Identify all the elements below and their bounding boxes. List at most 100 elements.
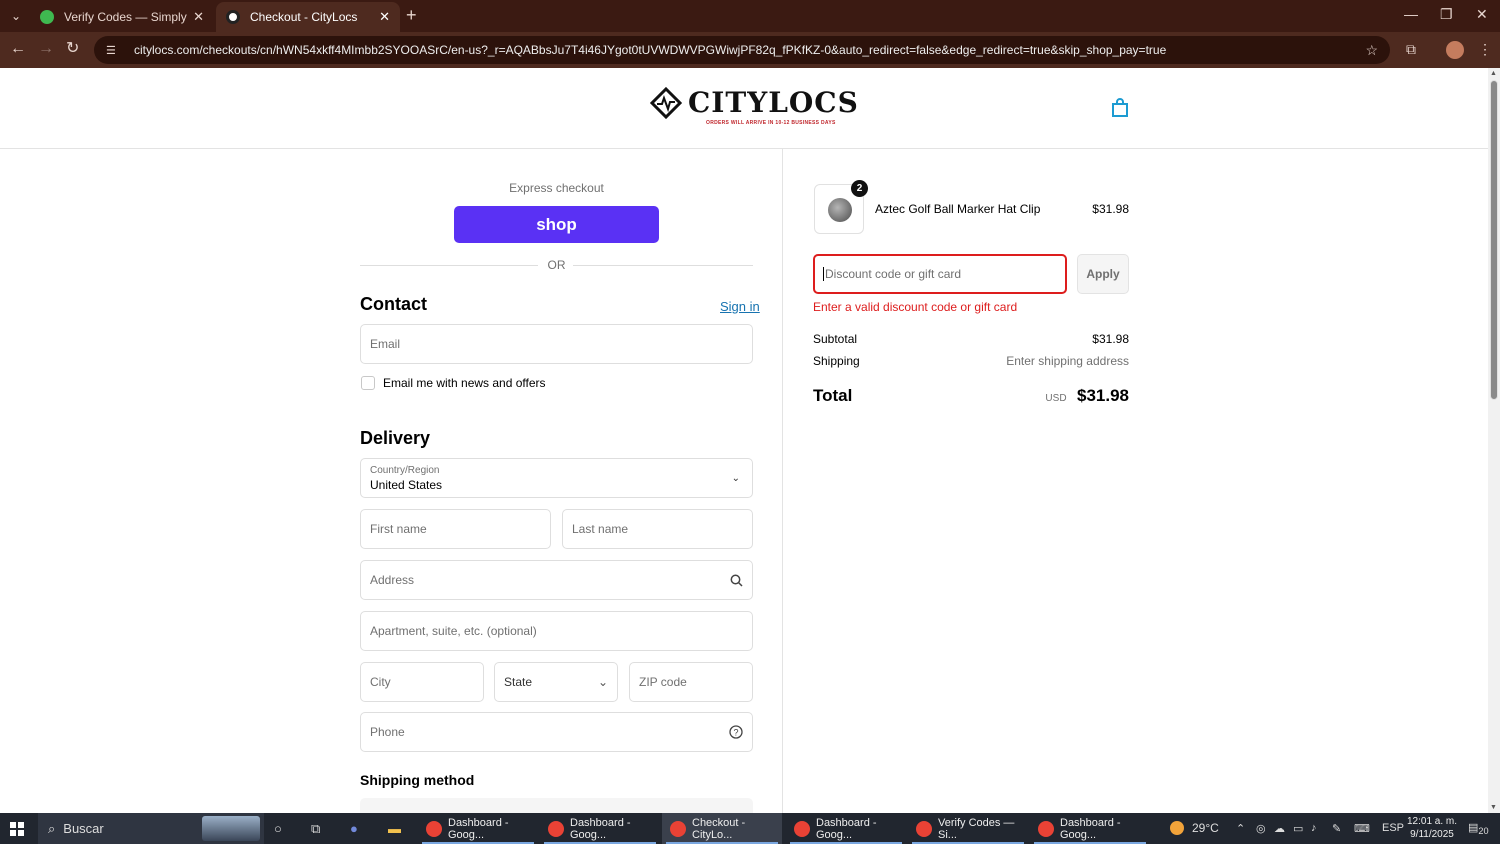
keyboard-icon[interactable]: ⌨: [1354, 822, 1370, 835]
taskbar-app-chrome[interactable]: Verify Codes — Si...: [908, 813, 1028, 844]
taskbar-search[interactable]: ⌕ Buscar: [38, 813, 264, 844]
news-offers-checkbox[interactable]: [361, 376, 375, 390]
citylocs-logo[interactable]: CITYLOCS: [650, 86, 859, 119]
express-checkout-label: Express checkout: [509, 181, 604, 195]
network-icon[interactable]: ▭: [1293, 822, 1303, 835]
address-field[interactable]: Address: [360, 560, 753, 600]
reload-icon[interactable]: ↻: [66, 40, 79, 58]
taskbar-app-chrome[interactable]: Dashboard - Goog...: [1030, 813, 1150, 844]
logo-mark-icon: [650, 86, 682, 119]
email-placeholder: Email: [370, 337, 401, 351]
city-placeholder: City: [370, 675, 391, 689]
chrome-icon: [548, 820, 564, 837]
scroll-down-arrow-icon[interactable]: ▼: [1490, 804, 1497, 811]
onedrive-cloud-icon[interactable]: ☁: [1274, 822, 1285, 835]
notification-center[interactable]: ▤20: [1468, 821, 1489, 836]
taskbar-app-label: Dashboard - Goog...: [448, 816, 509, 841]
discount-code-input[interactable]: Discount code or gift card: [813, 254, 1067, 294]
more-menu-icon[interactable]: ⋮: [1478, 41, 1492, 58]
store-header: CITYLOCS ORDERS WILL ARRIVE IN 10-12 BUS…: [0, 68, 1488, 149]
taskbar-app-chrome-active[interactable]: Checkout - CityLo...: [662, 813, 782, 844]
news-offers-option[interactable]: Email me with news and offers: [361, 376, 546, 390]
cortana-icon[interactable]: ○: [274, 821, 282, 836]
pen-icon[interactable]: ✎: [1332, 822, 1341, 835]
address-bar[interactable]: ☰ citylocs.com/checkouts/cn/hWN54xkff4MI…: [94, 36, 1390, 64]
new-tab-plus-icon[interactable]: +: [406, 6, 417, 24]
restore-icon[interactable]: ❐: [1440, 6, 1453, 23]
page-scrollbar[interactable]: ▲ ▼: [1488, 68, 1500, 813]
first-name-placeholder: First name: [370, 522, 427, 536]
chevron-down-icon: ⌄: [597, 675, 608, 689]
product-price: $31.98: [1092, 202, 1129, 216]
tray-chevron-up-icon[interactable]: ⌃: [1236, 822, 1245, 835]
help-circle-icon[interactable]: ?: [729, 725, 743, 739]
state-select[interactable]: State ⌄: [494, 662, 618, 702]
weather-sun-icon: [1170, 821, 1184, 835]
subtotal-value: $31.98: [1092, 332, 1129, 346]
tab-close-icon[interactable]: ✕: [193, 9, 204, 25]
last-name-placeholder: Last name: [572, 522, 629, 536]
apartment-field[interactable]: Apartment, suite, etc. (optional): [360, 611, 753, 651]
tab-simplycodes[interactable]: Verify Codes — SimplyCodes ✕: [30, 2, 214, 32]
search-icon: [730, 574, 743, 587]
weather-temp: 29°C: [1192, 821, 1219, 835]
shipping-method-heading: Shipping method: [360, 772, 475, 788]
site-info-icon[interactable]: ☰: [106, 44, 120, 57]
language-indicator[interactable]: ESP: [1382, 822, 1404, 834]
search-highlight-image: [202, 816, 260, 841]
apartment-placeholder: Apartment, suite, etc. (optional): [370, 624, 537, 638]
first-name-field[interactable]: First name: [360, 509, 551, 549]
clock-time: 12:01 a. m.: [1406, 816, 1458, 827]
total-currency: USD: [1045, 393, 1067, 404]
tab-search-chevron-icon[interactable]: ⌄: [6, 6, 26, 26]
extensions-icon[interactable]: ⧉: [1406, 41, 1416, 58]
weather-widget[interactable]: 29°C: [1170, 821, 1219, 835]
tab-checkout-citylocs[interactable]: Checkout - CityLocs ✕: [216, 2, 400, 32]
task-view-icon[interactable]: ⧉: [311, 821, 320, 837]
url-text[interactable]: citylocs.com/checkouts/cn/hWN54xkff4MImb…: [134, 43, 1365, 57]
country-value: United States: [370, 477, 443, 492]
windows-taskbar: ⌕ Buscar ○ ⧉ ● ▬ Dashboard - Goog... Das…: [0, 813, 1500, 844]
profile-avatar[interactable]: [1446, 41, 1464, 59]
zip-placeholder: ZIP code: [639, 675, 687, 689]
bookmark-star-icon[interactable]: ☆: [1365, 42, 1378, 59]
total-value: $31.98: [1077, 386, 1129, 405]
total-label: Total: [813, 386, 853, 405]
search-icon: ⌕: [48, 820, 56, 836]
state-placeholder: State: [504, 675, 533, 689]
golf-ball-marker-image: [828, 198, 852, 222]
last-name-field[interactable]: Last name: [562, 509, 753, 549]
taskbar-app-chrome[interactable]: Dashboard - Goog...: [418, 813, 538, 844]
tab-close-icon[interactable]: ✕: [379, 9, 390, 25]
windows-start-icon[interactable]: [10, 822, 24, 836]
shipping-method-placeholder: [360, 798, 753, 813]
total-row: Total USD $31.98: [813, 386, 1129, 406]
file-explorer-icon[interactable]: ▬: [388, 821, 401, 836]
volume-icon[interactable]: ♪: [1311, 822, 1317, 834]
shopping-bag-icon[interactable]: [1111, 98, 1129, 118]
contact-heading: Contact: [360, 294, 427, 314]
simplycodes-favicon-icon: [40, 10, 54, 24]
order-summary-panel: [783, 149, 1488, 813]
shop-pay-button[interactable]: shop: [454, 206, 659, 243]
discord-icon[interactable]: ●: [350, 821, 358, 836]
taskbar-app-chrome[interactable]: Dashboard - Goog...: [540, 813, 660, 844]
zip-code-field[interactable]: ZIP code: [629, 662, 753, 702]
scroll-up-arrow-icon[interactable]: ▲: [1490, 70, 1497, 77]
city-field[interactable]: City: [360, 662, 484, 702]
apply-discount-button[interactable]: Apply: [1077, 254, 1129, 294]
system-clock[interactable]: 12:01 a. m. 9/11/2025: [1404, 815, 1460, 841]
back-arrow-icon[interactable]: ←: [10, 40, 26, 58]
tray-app-icon[interactable]: ◎: [1256, 822, 1266, 835]
close-window-icon[interactable]: ✕: [1476, 6, 1488, 23]
email-field[interactable]: Email: [360, 324, 753, 364]
sign-in-link[interactable]: Sign in: [720, 299, 760, 314]
scrollbar-thumb[interactable]: [1490, 80, 1498, 400]
phone-field[interactable]: Phone ?: [360, 712, 753, 752]
forward-arrow-icon[interactable]: →: [38, 40, 54, 58]
minimize-icon[interactable]: —: [1404, 6, 1418, 22]
country-select[interactable]: Country/Region United States ⌄: [360, 458, 753, 498]
svg-text:?: ?: [733, 728, 738, 738]
subtotal-label: Subtotal: [813, 332, 858, 346]
taskbar-app-chrome[interactable]: Dashboard - Goog...: [786, 813, 906, 844]
